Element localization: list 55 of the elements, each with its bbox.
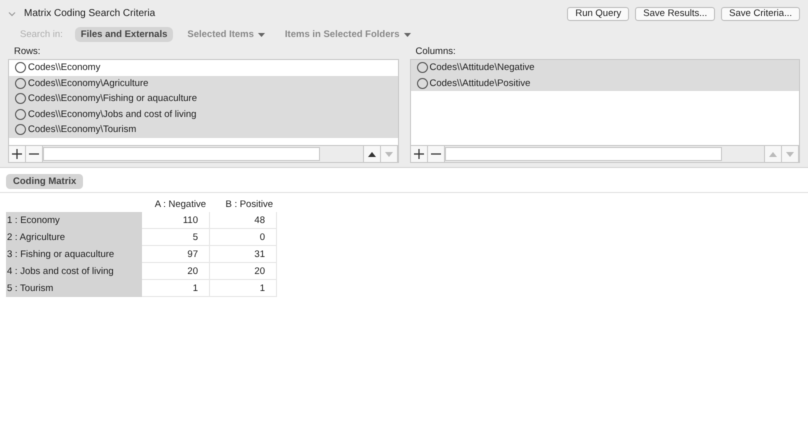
- down-triangle-icon: [384, 152, 392, 156]
- circle-icon: [416, 62, 428, 74]
- circle-icon: [15, 124, 26, 136]
- table-cell: 1: [210, 280, 277, 297]
- filter-field[interactable]: [444, 147, 722, 161]
- table-cell: 1: [142, 280, 210, 297]
- remove-button[interactable]: [26, 146, 43, 162]
- panel-button[interactable]: Run Query: [567, 6, 630, 20]
- add-button[interactable]: [410, 146, 428, 162]
- code-item[interactable]: Codes\\Economy: [9, 60, 398, 76]
- circle-icon: [416, 78, 428, 89]
- column-header: B : Positive: [224, 198, 274, 212]
- table-cell: 0: [210, 229, 277, 246]
- table-cell: 110: [142, 212, 210, 229]
- table-cell: 31: [210, 246, 277, 263]
- list-label: Rows:: [14, 46, 42, 57]
- up-triangle-icon: [368, 152, 376, 156]
- table-cell: 20: [142, 263, 210, 280]
- table-cell: 48: [210, 212, 277, 229]
- row-header: 4 : Jobs and cost of living: [6, 263, 142, 280]
- add-button[interactable]: [9, 146, 26, 162]
- row-header: 1 : Economy: [6, 212, 142, 229]
- remove-button[interactable]: [428, 146, 444, 162]
- circle-icon: [15, 93, 26, 104]
- code-item[interactable]: Codes\\Economy\Jobs and cost of living: [9, 106, 398, 122]
- circle-icon: [15, 108, 26, 120]
- column-header: A : Negative: [154, 198, 207, 212]
- panel-button[interactable]: Save Results...: [635, 6, 716, 20]
- panel-title: Matrix Coding Search Criteria: [24, 8, 156, 19]
- code-item[interactable]: Codes\\Economy\Tourism: [9, 122, 398, 138]
- table-cell: 20: [210, 263, 277, 280]
- table-cell: 97: [142, 246, 210, 263]
- move-down-button[interactable]: [782, 146, 799, 162]
- chevron-icon[interactable]: [8, 10, 16, 16]
- code-item[interactable]: Codes\\Economy\Agriculture: [9, 76, 398, 91]
- code-item[interactable]: Codes\\Attitude\Negative: [410, 60, 799, 76]
- plus-icon: [414, 149, 424, 159]
- circle-icon: [15, 78, 26, 89]
- list-label: Columns:: [416, 46, 457, 57]
- panel-button[interactable]: Save Criteria...: [721, 6, 800, 20]
- search-in-label: Search in:: [20, 29, 63, 40]
- row-header: 2 : Agriculture: [6, 229, 142, 246]
- up-triangle-icon: [769, 152, 777, 156]
- filter-field[interactable]: [43, 147, 320, 161]
- code-item[interactable]: Codes\\Attitude\Positive: [410, 76, 799, 91]
- row-header: 3 : Fishing or aquaculture: [6, 246, 142, 263]
- scope-option[interactable]: Files and Externals: [74, 27, 174, 42]
- row-header: 5 : Tourism: [6, 280, 142, 297]
- down-triangle-icon: [786, 152, 794, 156]
- table-cell: 5: [142, 229, 210, 246]
- matrix-tab[interactable]: Coding Matrix: [6, 174, 84, 189]
- plus-icon: [12, 149, 22, 159]
- circle-icon: [15, 62, 26, 74]
- code-item[interactable]: Codes\\Economy\Fishing or aquaculture: [9, 91, 398, 106]
- move-up-button[interactable]: [364, 146, 380, 162]
